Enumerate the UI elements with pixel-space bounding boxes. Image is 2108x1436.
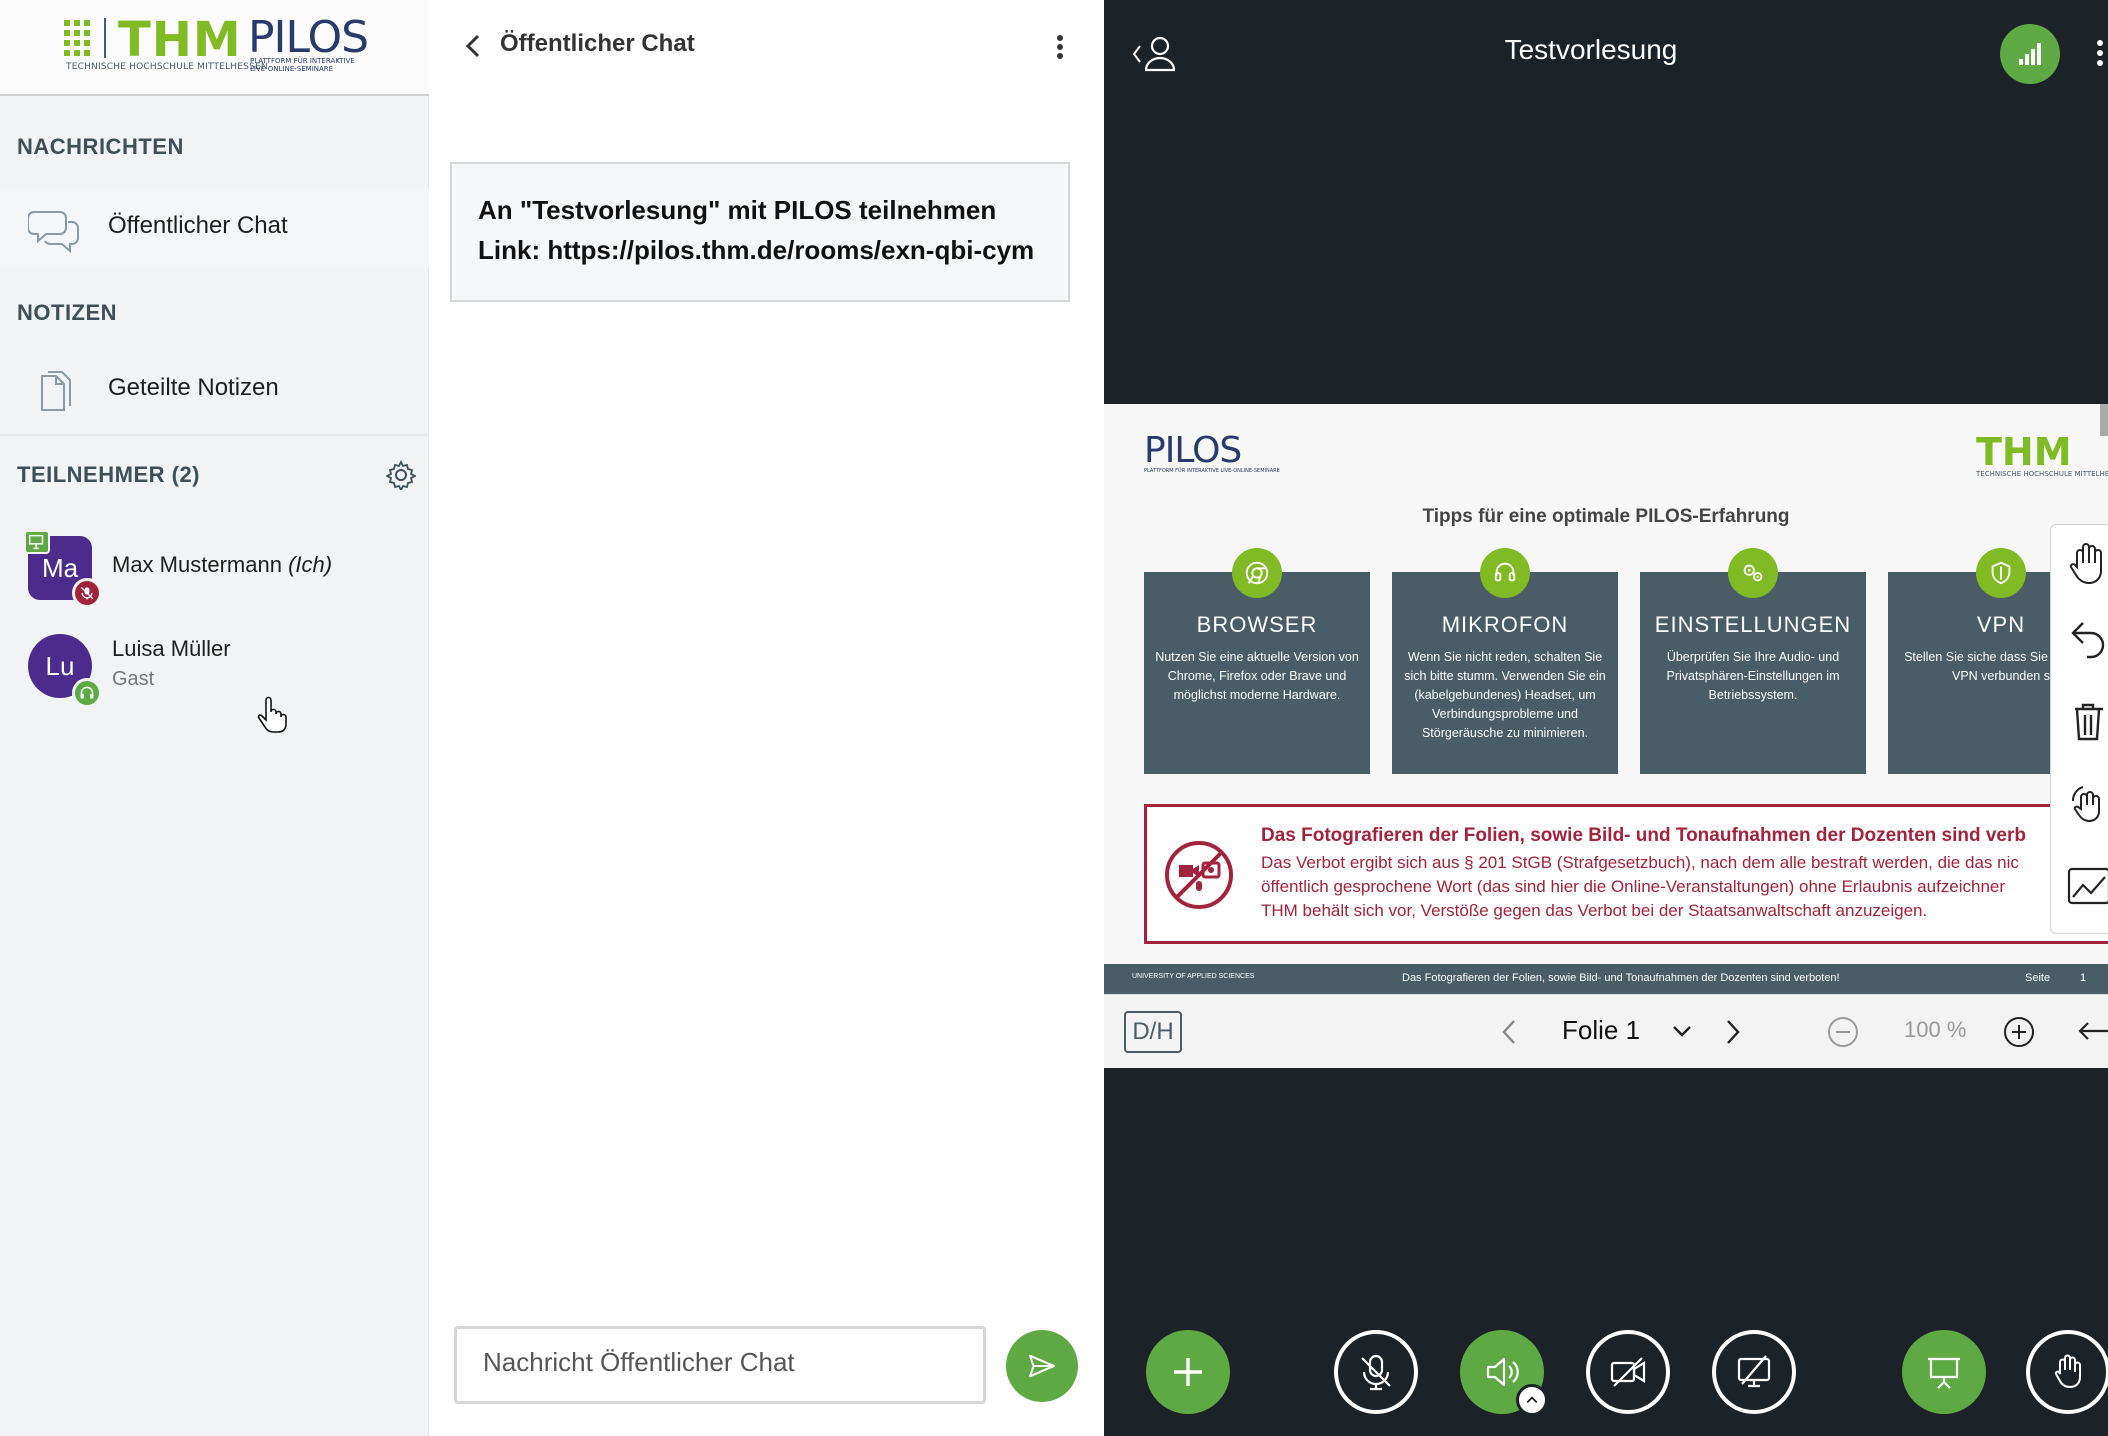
slide-selector-label[interactable]: Folie 1	[1562, 1015, 1640, 1046]
hand-raise-icon	[2054, 1354, 2081, 1389]
document-icon	[41, 371, 71, 411]
slide-heading: Tipps für eine optimale PILOS-Erfahrung	[1422, 506, 1790, 527]
slide-footer: UNIVERSITY OF APPLIED SCIENCES Das Fotog…	[1104, 964, 2108, 994]
hand-cursor-icon	[257, 696, 287, 733]
zoom-level: 100 %	[1904, 1017, 1967, 1042]
more-vertical-icon[interactable]	[2094, 36, 2106, 72]
chevron-up-icon	[1526, 1396, 1538, 1404]
slide-thm-logo: THM	[1976, 430, 2072, 474]
thm-logo-subtitle: TECHNISCHE HOCHSCHULE MITTELHESSEN	[66, 62, 268, 72]
participant-name: Luisa Müller	[112, 636, 231, 661]
unmute-microphone-button[interactable]	[1334, 1330, 1418, 1414]
sidebar-item-label: Geteilte Notizen	[108, 374, 279, 401]
meeting-title: Testvorlesung	[1504, 34, 1678, 65]
slide-pilos-subtitle: PLATTFORM FÜR INTERAKTIVE LIVE-ONLINE-SE…	[1144, 468, 1280, 474]
send-icon	[1029, 1354, 1055, 1378]
hand-pan-icon[interactable]	[2065, 539, 2108, 589]
share-screen-button[interactable]	[1712, 1330, 1796, 1414]
tip-card-settings: EINSTELLUNGEN Überprüfen Sie Ihre Audio-…	[1640, 572, 1866, 774]
shield-icon	[1976, 548, 2026, 598]
more-vertical-icon[interactable]	[1050, 30, 1070, 66]
no-recording-icon	[1165, 841, 1233, 909]
camera-off-icon	[1610, 1357, 1646, 1387]
scrollbar[interactable]	[2100, 404, 2108, 436]
share-camera-button[interactable]	[1586, 1330, 1670, 1414]
slide-thm-subtitle: TECHNISCHE HOCHSCHULE MITTELHESSEN	[1976, 470, 2108, 478]
presentation-button[interactable]	[1902, 1330, 1986, 1414]
mic-off-icon	[1361, 1354, 1391, 1391]
tip-card-browser: BROWSER Nutzen Sie eine aktuelle Version…	[1144, 572, 1370, 774]
chevron-left-icon[interactable]	[1498, 1015, 1522, 1049]
whiteboard-toolbar	[2050, 524, 2108, 934]
warning-text: Das Verbot ergibt sich aus § 201 StGB (S…	[1261, 853, 2019, 920]
tip-card-microphone: MIKROFON Wenn Sie nicht reden, schalten …	[1392, 572, 1618, 774]
trash-icon[interactable]	[2065, 697, 2108, 747]
brand-header: THM TECHNISCHE HOCHSCHULE MITTELHESSEN P…	[0, 0, 429, 96]
connection-status-button[interactable]	[2000, 24, 2060, 84]
audio-options-button[interactable]	[1516, 1384, 1548, 1416]
sidebar-item-shared-notes[interactable]: Geteilte Notizen	[0, 350, 429, 430]
chat-header: Öffentlicher Chat	[430, 0, 1104, 96]
signal-bars-icon	[2019, 43, 2041, 65]
participant-name: Max Mustermann (Ich)	[112, 552, 333, 577]
chrome-icon	[1232, 548, 1282, 598]
presentation-slide: PILOS PLATTFORM FÜR INTERAKTIVE LIVE-ONL…	[1104, 404, 2108, 994]
mic-muted-icon	[72, 578, 102, 608]
participant-row[interactable]: Ma Max Mustermann (Ich)	[0, 528, 429, 612]
zoom-in-icon[interactable]	[2002, 1015, 2036, 1049]
chat-bubbles-icon	[28, 211, 79, 254]
sidebar: THM TECHNISCHE HOCHSCHULE MITTELHESSEN P…	[0, 0, 429, 1436]
pilos-logo-subtitle: PLATTFORM FÜR INTERAKTIVE LIVE-ONLINE-SE…	[250, 57, 355, 73]
sidebar-item-label: Öffentlicher Chat	[108, 212, 288, 239]
chat-panel: Öffentlicher Chat An "Testvorlesung" mit…	[430, 0, 1104, 1436]
screen-share-off-icon	[1737, 1355, 1771, 1388]
presentation-toolbar: D/H Folie 1 100 %	[1104, 994, 2108, 1068]
thm-logo: THM	[118, 12, 242, 68]
zoom-out-icon[interactable]	[1826, 1015, 1860, 1049]
meeting-area: Testvorlesung PILOS PLATTFORM FÜR INTERA…	[1104, 0, 2108, 1436]
headset-icon	[1480, 548, 1530, 598]
participant-row[interactable]: Lu Luisa Müller Gast	[0, 626, 429, 710]
sidebar-item-public-chat[interactable]: Öffentlicher Chat	[0, 188, 429, 268]
speaker-icon	[1486, 1357, 1519, 1387]
chat-title: Öffentlicher Chat	[500, 30, 695, 57]
raise-hand-button[interactable]	[2026, 1330, 2108, 1414]
presentation-icon	[1928, 1357, 1960, 1389]
settings-icon	[1728, 548, 1778, 598]
draw-tool-icon[interactable]	[2065, 861, 2108, 911]
send-button[interactable]	[1006, 1330, 1078, 1402]
notes-heading: NOTIZEN	[17, 300, 118, 325]
participant-role: Gast	[112, 668, 155, 690]
chevron-left-icon[interactable]	[458, 28, 488, 64]
pilos-logo: PILOS	[248, 12, 369, 63]
message-input[interactable]: Nachricht Öffentlicher Chat	[454, 1326, 986, 1404]
warning-title: Das Fotografieren der Folien, sowie Bild…	[1261, 825, 2027, 846]
undo-icon[interactable]	[2065, 613, 2108, 663]
dh-button[interactable]: D/H	[1124, 1011, 1182, 1053]
welcome-line-1: An "Testvorlesung" mit PILOS teilnehmen	[478, 195, 997, 225]
plus-icon	[1174, 1358, 1202, 1386]
chevron-right-icon[interactable]	[1720, 1015, 1744, 1049]
multi-user-hand-icon[interactable]	[2065, 779, 2108, 829]
presenter-icon	[24, 530, 50, 554]
welcome-line-2: Link: https://pilos.thm.de/rooms/exn-qbi…	[478, 235, 1035, 265]
slide-pilos-logo: PILOS	[1144, 430, 1242, 471]
headphones-icon	[72, 678, 102, 708]
chevron-down-icon[interactable]	[1670, 1019, 1694, 1043]
thm-logo-grid	[64, 20, 94, 56]
recording-warning: Das Fotografieren der Folien, sowie Bild…	[1144, 804, 2108, 944]
gear-icon[interactable]	[386, 460, 416, 490]
participants-heading: TEILNEHMER (2)	[17, 462, 200, 487]
fit-width-icon[interactable]	[2078, 1019, 2108, 1043]
welcome-message: An "Testvorlesung" mit PILOS teilnehmen …	[450, 162, 1070, 302]
messages-heading: NACHRICHTEN	[17, 134, 184, 159]
actions-button[interactable]	[1146, 1330, 1230, 1414]
